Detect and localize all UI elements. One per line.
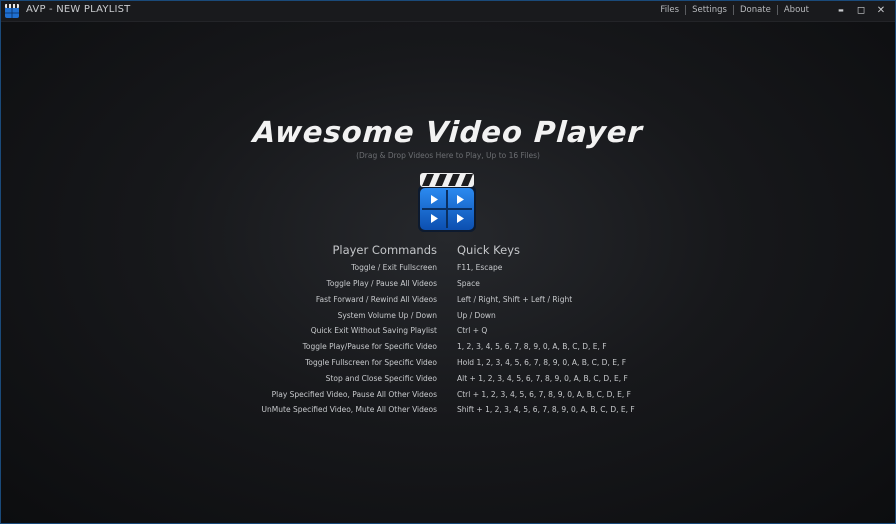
maximize-button[interactable]: ◻ (851, 2, 871, 20)
command-row: Quick Exit Without Saving Playlist Ctrl … (1, 326, 895, 340)
command-label: Fast Forward / Rewind All Videos (315, 295, 437, 304)
shortcut-keys: Ctrl + 1, 2, 3, 4, 5, 6, 7, 8, 9, 0, A, … (457, 390, 631, 399)
clapperboard-logo-icon (418, 173, 476, 232)
command-label: Toggle Play / Pause All Videos (326, 279, 437, 288)
shortcut-keys: Left / Right, Shift + Left / Right (457, 295, 573, 304)
minimize-button[interactable]: ▬ (831, 2, 851, 20)
shortcut-keys: Shift + 1, 2, 3, 4, 5, 6, 7, 8, 9, 0, A,… (457, 405, 635, 414)
command-label: UnMute Specified Video, Mute All Other V… (261, 405, 437, 414)
command-row: UnMute Specified Video, Mute All Other V… (1, 405, 895, 419)
command-row: Toggle / Exit Fullscreen F11, Escape (1, 263, 895, 277)
title-bar[interactable]: AVP - NEW PLAYLIST Files Settings Donate… (1, 1, 895, 22)
command-row: Toggle Fullscreen for Specific Video Hol… (1, 358, 895, 372)
command-row: Fast Forward / Rewind All Videos Left / … (1, 295, 895, 309)
menu-about[interactable]: About (778, 5, 815, 15)
app-headline: Awesome Video Player (251, 115, 645, 149)
shortcut-keys: Hold 1, 2, 3, 4, 5, 6, 7, 8, 9, 0, A, B,… (457, 358, 627, 367)
shortcut-keys: Up / Down (457, 311, 496, 320)
menu-settings[interactable]: Settings (686, 5, 733, 15)
quick-keys-heading: Quick Keys (457, 243, 521, 257)
menu-files[interactable]: Files (654, 5, 685, 15)
command-row: Toggle Play/Pause for Specific Video 1, … (1, 342, 895, 356)
command-label: System Volume Up / Down (337, 311, 437, 320)
command-row: Stop and Close Specific Video Alt + 1, 2… (1, 374, 895, 388)
command-row: System Volume Up / Down Up / Down (1, 311, 895, 325)
menu-bar: Files Settings Donate About (654, 5, 815, 15)
app-window: AVP - NEW PLAYLIST Files Settings Donate… (0, 0, 896, 524)
command-label: Stop and Close Specific Video (325, 374, 437, 383)
shortcut-keys: Ctrl + Q (457, 326, 488, 335)
app-logo-icon (5, 4, 19, 18)
command-label: Toggle Fullscreen for Specific Video (305, 358, 437, 367)
close-button[interactable]: ✕ (871, 2, 891, 20)
shortcut-keys: Alt + 1, 2, 3, 4, 5, 6, 7, 8, 9, 0, A, B… (457, 374, 628, 383)
command-row: Play Specified Video, Pause All Other Vi… (1, 390, 895, 404)
shortcut-keys: F11, Escape (457, 263, 503, 272)
command-label: Quick Exit Without Saving Playlist (310, 326, 437, 335)
menu-donate[interactable]: Donate (734, 5, 777, 15)
command-row: Toggle Play / Pause All Videos Space (1, 279, 895, 293)
window-title: AVP - NEW PLAYLIST (26, 4, 131, 15)
shortcut-keys: Space (457, 279, 480, 288)
command-label: Toggle Play/Pause for Specific Video (302, 342, 437, 351)
drop-hint: (Drag & Drop Videos Here to Play, Up to … (356, 151, 540, 160)
command-label: Toggle / Exit Fullscreen (351, 263, 437, 272)
command-label: Play Specified Video, Pause All Other Vi… (271, 390, 437, 399)
player-commands-heading: Player Commands (332, 243, 437, 257)
shortcut-keys: 1, 2, 3, 4, 5, 6, 7, 8, 9, 0, A, B, C, D… (457, 342, 607, 351)
